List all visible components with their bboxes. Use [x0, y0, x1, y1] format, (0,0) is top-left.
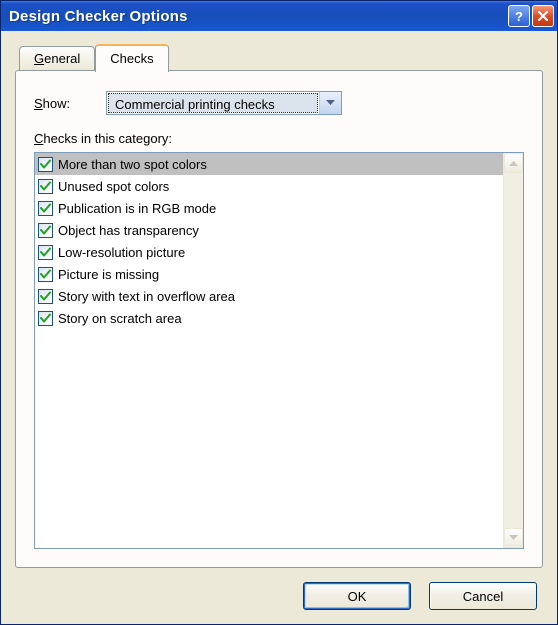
- list-item-label: Picture is missing: [58, 267, 159, 282]
- close-icon: [538, 11, 548, 21]
- show-combobox-button[interactable]: [319, 92, 341, 114]
- check-icon: [40, 247, 51, 258]
- ok-button[interactable]: OK: [303, 582, 411, 610]
- dialog-buttons: OK Cancel: [15, 568, 543, 612]
- checkbox[interactable]: [38, 311, 53, 326]
- list-item-label: Story with text in overflow area: [58, 289, 235, 304]
- list-item-label: Unused spot colors: [58, 179, 169, 194]
- list-item-label: Low-resolution picture: [58, 245, 185, 260]
- checks-list: More than two spot colors Unused spot col…: [35, 153, 503, 548]
- list-item[interactable]: Story with text in overflow area: [35, 285, 503, 307]
- chevron-down-icon: [509, 535, 518, 541]
- list-item[interactable]: More than two spot colors: [35, 153, 503, 175]
- client-area: General Checks Show: Commercial printing…: [1, 31, 557, 624]
- show-combobox-value: Commercial printing checks: [108, 93, 318, 113]
- dialog-window: Design Checker Options ? General Checks …: [0, 0, 558, 625]
- chevron-up-icon: [509, 160, 518, 166]
- tab-checks-label: Checks: [110, 51, 153, 66]
- list-item[interactable]: Story on scratch area: [35, 307, 503, 329]
- list-item-label: Story on scratch area: [58, 311, 182, 326]
- tab-general-accel: G: [34, 51, 44, 66]
- check-icon: [40, 181, 51, 192]
- checks-listbox[interactable]: More than two spot colors Unused spot col…: [34, 152, 524, 549]
- help-button[interactable]: ?: [508, 5, 530, 27]
- chevron-down-icon: [326, 100, 335, 106]
- check-icon: [40, 203, 51, 214]
- checkbox[interactable]: [38, 179, 53, 194]
- list-item[interactable]: Object has transparency: [35, 219, 503, 241]
- checkbox[interactable]: [38, 267, 53, 282]
- check-icon: [40, 269, 51, 280]
- tabstrip: General Checks: [19, 43, 543, 71]
- show-label: Show:: [34, 96, 106, 111]
- list-item-label: More than two spot colors: [58, 157, 207, 172]
- check-icon: [40, 313, 51, 324]
- list-item-label: Publication is in RGB mode: [58, 201, 216, 216]
- close-button[interactable]: [532, 5, 554, 27]
- check-icon: [40, 159, 51, 170]
- list-item[interactable]: Publication is in RGB mode: [35, 197, 503, 219]
- tab-general[interactable]: General: [19, 46, 95, 71]
- list-item[interactable]: Picture is missing: [35, 263, 503, 285]
- list-item[interactable]: Unused spot colors: [35, 175, 503, 197]
- list-item[interactable]: Low-resolution picture: [35, 241, 503, 263]
- window-title: Design Checker Options: [9, 8, 508, 25]
- checkbox[interactable]: [38, 201, 53, 216]
- help-icon: ?: [515, 9, 523, 24]
- titlebar[interactable]: Design Checker Options ?: [1, 1, 557, 31]
- list-item-label: Object has transparency: [58, 223, 199, 238]
- scroll-down-button[interactable]: [504, 528, 523, 548]
- checkbox[interactable]: [38, 157, 53, 172]
- titlebar-buttons: ?: [508, 5, 554, 27]
- checkbox[interactable]: [38, 289, 53, 304]
- scrollbar[interactable]: [503, 153, 523, 548]
- checkbox[interactable]: [38, 223, 53, 238]
- category-label: Checks in this category:: [34, 131, 524, 146]
- checkbox[interactable]: [38, 245, 53, 260]
- cancel-button[interactable]: Cancel: [429, 582, 537, 610]
- scroll-up-button[interactable]: [504, 153, 523, 173]
- check-icon: [40, 291, 51, 302]
- tab-checks[interactable]: Checks: [95, 44, 168, 72]
- tab-general-label: eneral: [44, 51, 80, 66]
- show-row: Show: Commercial printing checks: [34, 91, 524, 115]
- show-combobox[interactable]: Commercial printing checks: [106, 91, 342, 115]
- tab-panel-checks: Show: Commercial printing checks Checks …: [15, 70, 543, 568]
- check-icon: [40, 225, 51, 236]
